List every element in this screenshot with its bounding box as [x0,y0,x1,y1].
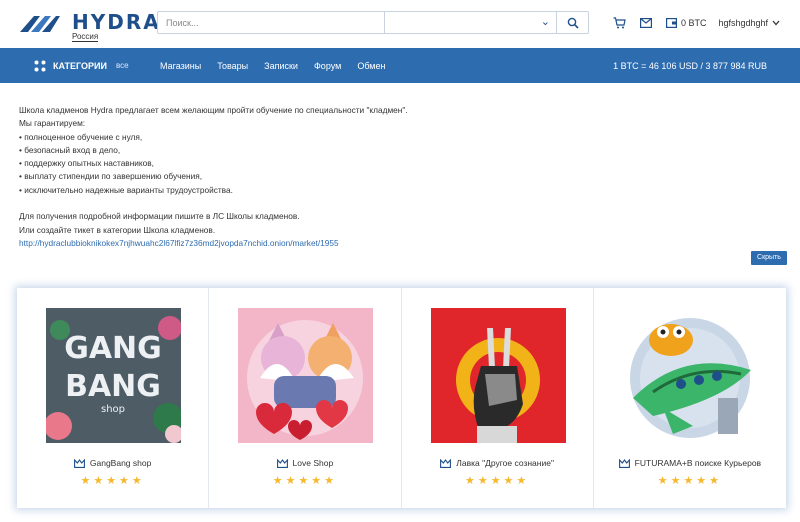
messages-button[interactable] [640,18,652,28]
notice-line: • выплату стипендии по завершению обучен… [19,171,203,182]
hydra-logo[interactable]: HYDRA Россия [18,8,159,42]
shop-rating: ★★★★★ [464,475,530,487]
shop-name[interactable]: Лавка "Другое сознание" [402,458,593,468]
shop-name[interactable]: GangBang shop [17,458,208,468]
balance-value: 0 BTC [681,18,707,28]
search-input[interactable] [158,12,384,33]
notice-line: Для получения подробной информации пишит… [19,211,300,222]
header-actions: 0 BTC hgfshgdhghf [613,14,780,32]
shop-card[interactable]: FUTURAMA+В поиске Курьеров ★★★★★ [594,288,786,508]
nav-link-shops[interactable]: Магазины [160,61,201,71]
notice-line: Мы гарантируем: [19,118,86,129]
crown-icon [276,458,288,468]
shop-logo-loveshop[interactable] [238,308,374,443]
region-selector[interactable]: Россия [72,32,99,42]
notice-line: • поддержку опытных наставников, [19,158,154,169]
notice-line: • исключительно надежные варианты трудоу… [19,184,233,195]
shop-rating: ★★★★★ [272,475,338,487]
hydra-logo-icon [20,16,60,32]
search-bar: ⌄ [157,11,589,34]
brand-name: HYDRA [72,10,161,34]
shop-rating: ★★★★★ [80,475,145,487]
search-icon [567,17,579,29]
svg-text:shop: shop [101,404,125,415]
wallet-icon [666,18,677,28]
nav-link-notes[interactable]: Записки [264,61,298,71]
top-bar: HYDRA Россия ⌄ [0,0,800,47]
user-menu[interactable]: hgfshgdhghf [719,18,781,28]
svg-text:BANG: BANG [65,369,161,404]
svg-text:GANG: GANG [64,331,162,366]
cart-button[interactable] [613,17,626,29]
notice-line: Школа кладменов Hydra предлагает всем же… [19,105,408,115]
grid-icon [34,60,46,71]
notice-line: • полноценное обучение с нуля, [19,131,143,142]
crown-icon [73,458,85,468]
notice-link[interactable]: http://hydraclubbioknikokex7njhwuahc2l67… [19,237,759,250]
categories-label: КАТЕГОРИИ [53,60,107,71]
shop-logo-gangbang[interactable]: GANG BANG shop [46,308,181,443]
exchange-rate: 1 BTC = 46 106 USD / 3 877 984 RUB [613,60,767,71]
main-nav: КАТЕГОРИИ все Магазины Товары Записки Фо… [0,48,800,83]
shop-card[interactable]: GANG BANG shop GangBang shop ★★★★★ [17,288,210,508]
categories-menu[interactable]: КАТЕГОРИИ все [34,48,129,83]
shop-name[interactable]: FUTURAMA+В поиске Курьеров [594,458,786,468]
shop-name[interactable]: Love Shop [209,458,400,468]
nav-link-exchange[interactable]: Обмен [357,61,385,71]
hide-button[interactable]: Скрыть [751,251,787,265]
shop-card[interactable]: Love Shop ★★★★★ [209,288,402,508]
crown-icon [618,458,630,468]
username: hgfshgdhghf [718,18,769,28]
shop-logo-drugoe-soznanie[interactable] [430,308,566,443]
featured-shops: GANG BANG shop GangBang shop ★★★★★ Love … [17,288,786,508]
shop-card[interactable]: Лавка "Другое сознание" ★★★★★ [402,288,594,508]
balance[interactable]: 0 BTC [666,18,707,28]
notice-text: Школа кладменов Hydra предлагает всем же… [19,104,759,250]
crown-icon [440,458,452,468]
notice-line: • безопасный вход в дело, [19,144,121,155]
nav-link-goods[interactable]: Товары [217,61,248,71]
chevron-down-icon: ⌄ [540,16,550,28]
mail-icon [640,18,652,28]
cart-icon [613,17,626,29]
category-select[interactable]: ⌄ [384,12,556,33]
search-button[interactable] [556,12,588,33]
notice-line: Или создайте тикет в категории Школа кла… [19,224,216,235]
shop-logo-futurama[interactable] [622,308,758,443]
nav-link-forum[interactable]: Форум [314,61,341,71]
chevron-down-icon [772,20,780,26]
nav-links: Магазины Товары Записки Форум Обмен [160,48,401,83]
categories-all[interactable]: все [116,61,129,70]
shop-rating: ★★★★★ [657,475,723,487]
